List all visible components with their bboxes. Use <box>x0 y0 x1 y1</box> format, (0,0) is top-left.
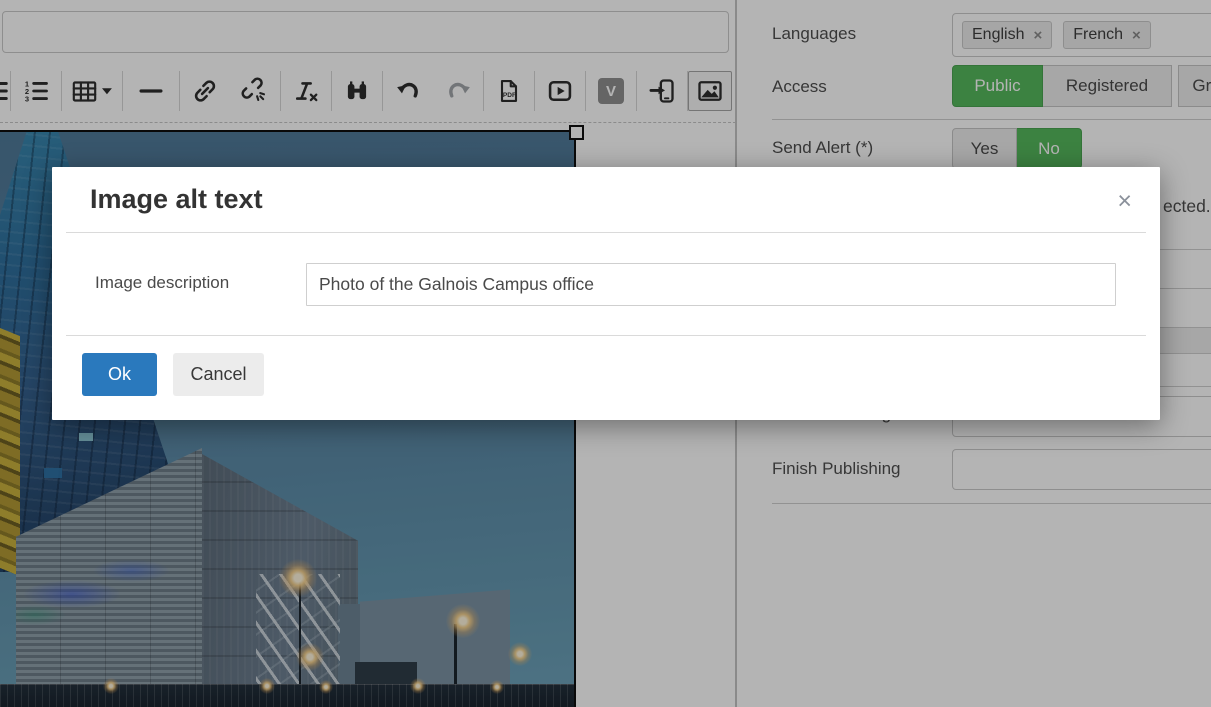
cancel-button[interactable]: Cancel <box>173 353 264 396</box>
cms-editor-screen: 1 2 3 <box>0 0 1211 707</box>
image-description-label: Image description <box>95 273 229 293</box>
ok-button[interactable]: Ok <box>82 353 157 396</box>
image-description-input[interactable] <box>306 263 1116 306</box>
modal-footer-divider <box>66 335 1146 336</box>
close-icon[interactable]: × <box>1117 189 1132 214</box>
modal-header-divider <box>66 232 1146 233</box>
image-alt-text-modal: Image alt text × Image description Ok Ca… <box>52 167 1160 420</box>
modal-title: Image alt text <box>90 184 263 215</box>
